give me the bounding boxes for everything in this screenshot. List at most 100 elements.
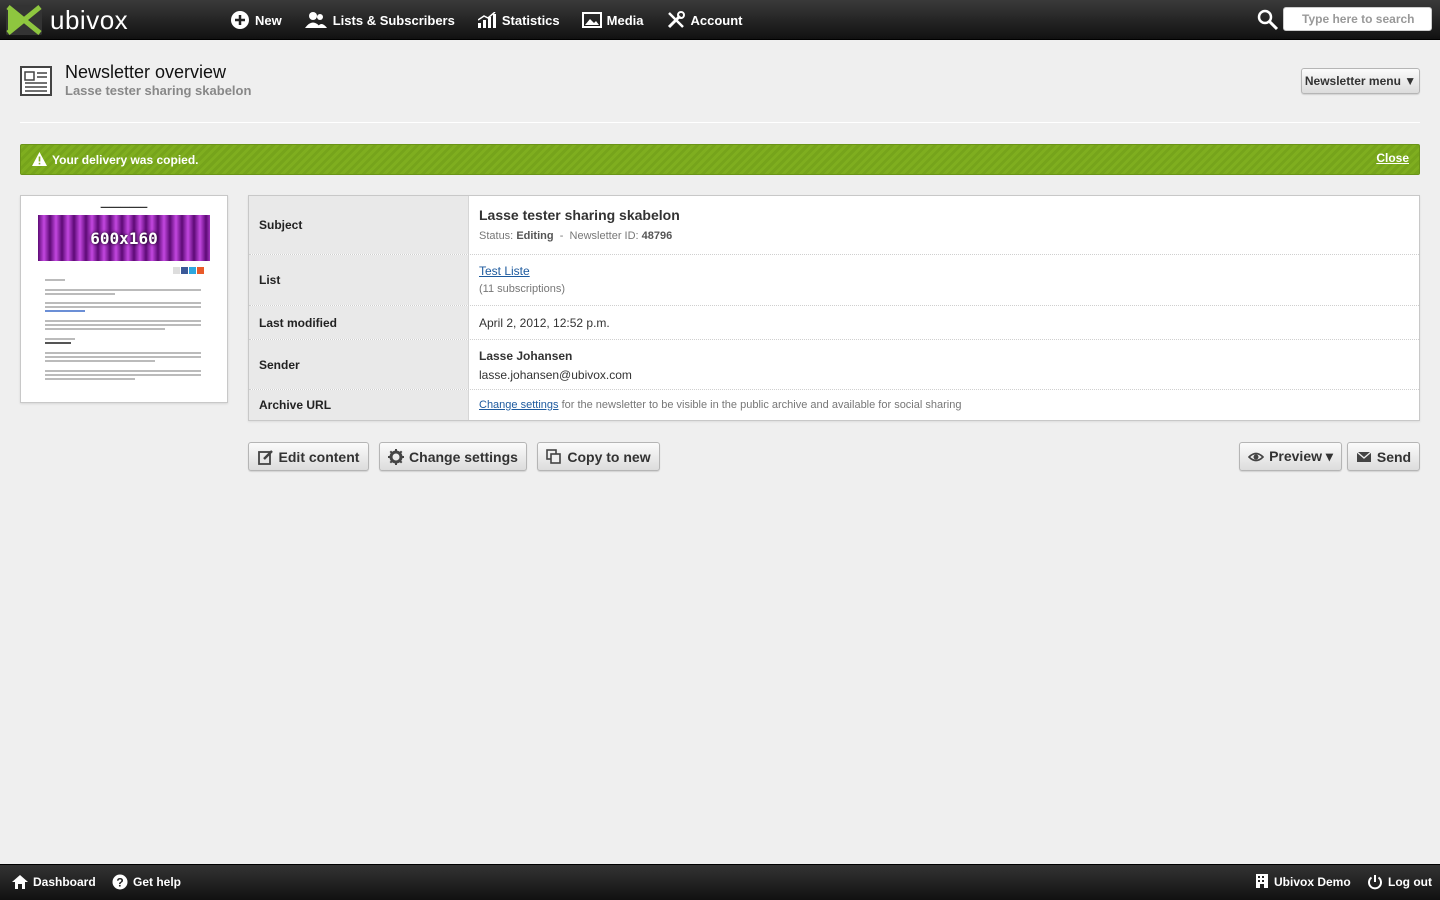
- detail-row-list: List Test Liste (11 subscriptions): [249, 255, 1419, 306]
- nav-media[interactable]: Media: [581, 10, 644, 30]
- sender-email: lasse.johansen@ubivox.com: [479, 368, 632, 382]
- thumbnail-text-line: [45, 293, 115, 295]
- subject-label: Subject: [249, 196, 469, 254]
- users-icon: [304, 10, 328, 30]
- page-subtitle: Lasse tester sharing skabelon: [65, 83, 252, 98]
- footer-help-label: Get help: [133, 875, 182, 889]
- footer-dashboard-link[interactable]: Dashboard: [12, 874, 96, 890]
- nav-account[interactable]: Account: [666, 10, 743, 30]
- copy-to-new-button[interactable]: Copy to new: [537, 442, 660, 471]
- newsletter-thumbnail[interactable]: _____________________ 600x160: [20, 195, 228, 403]
- thumbnail-text-line: [45, 338, 75, 340]
- thumbnail-top-link: _____________________: [100, 202, 148, 207]
- modified-value: April 2, 2012, 12:52 p.m.: [479, 316, 610, 330]
- thumbnail-text-line: [45, 342, 71, 344]
- detail-row-sender: Sender Lasse Johansen lasse.johansen@ubi…: [249, 340, 1419, 390]
- mail-icon: [173, 267, 180, 274]
- nav-statistics[interactable]: Statistics: [477, 10, 560, 30]
- preview-button[interactable]: Preview ▾: [1239, 442, 1342, 471]
- send-button[interactable]: Send: [1347, 442, 1420, 471]
- status-separator: -: [559, 230, 564, 242]
- svg-text:?: ?: [116, 876, 123, 890]
- thumbnail-text-line: [45, 289, 201, 291]
- thumbnail-text-line: [45, 328, 165, 330]
- list-label: List: [249, 255, 469, 305]
- status-value: Editing: [516, 230, 554, 242]
- thumbnail-text-line: [45, 378, 135, 380]
- thumbnail-banner: 600x160: [38, 215, 210, 261]
- nav-statistics-label: Statistics: [501, 12, 560, 28]
- thumbnail-text-line: [45, 352, 201, 354]
- ubivox-logo[interactable]: ubivox: [6, 4, 128, 36]
- archive-description: for the newsletter to be visible in the …: [561, 399, 962, 411]
- home-icon: [12, 874, 28, 890]
- alert-close-link[interactable]: Close: [1376, 151, 1409, 165]
- nav-lists-label: Lists & Subscribers: [332, 12, 455, 28]
- nav-new[interactable]: New: [230, 10, 282, 30]
- list-value: Test Liste (11 subscriptions): [479, 264, 565, 295]
- edit-icon: [257, 449, 274, 465]
- nav-account-label: Account: [690, 12, 743, 28]
- thumbnail-content: _____________________ 600x160: [38, 199, 210, 399]
- image-icon: [581, 10, 602, 30]
- bar-chart-icon: [477, 10, 497, 30]
- thumbnail-text-line: [45, 320, 201, 322]
- thumbnail-text-line: [45, 302, 201, 304]
- modified-label: Last modified: [249, 306, 469, 339]
- thumbnail-text-line: [45, 279, 65, 281]
- footer-account-link[interactable]: Ubivox Demo: [1256, 874, 1351, 890]
- alert-message: Your delivery was copied.: [52, 153, 199, 167]
- subject-text: Lasse tester sharing skabelon: [479, 207, 680, 223]
- nav-media-label: Media: [606, 12, 644, 28]
- plus-icon: [197, 267, 204, 274]
- warning-icon: [32, 152, 47, 167]
- status-line: Status: Editing - Newsletter ID: 48796: [479, 230, 680, 242]
- page-title: Newsletter overview: [65, 62, 227, 82]
- main-nav: New Lists & Subscribers Statistics Media…: [230, 0, 765, 40]
- sender-value: Lasse Johansen lasse.johansen@ubivox.com: [479, 349, 632, 382]
- tools-icon: [666, 10, 686, 30]
- sender-name: Lasse Johansen: [479, 349, 573, 363]
- change-settings-label: Change settings: [409, 448, 518, 465]
- footer-logout-link[interactable]: Log out: [1367, 874, 1432, 890]
- newsletter-id-prefix: Newsletter ID:: [569, 230, 639, 242]
- change-settings-button[interactable]: Change settings: [379, 442, 527, 471]
- building-icon: [1256, 874, 1269, 890]
- footer-help-link[interactable]: ? Get help: [112, 874, 181, 890]
- envelope-icon: [1356, 449, 1372, 465]
- archive-change-settings-link[interactable]: Change settings: [479, 399, 559, 411]
- newsletter-menu-button[interactable]: Newsletter menu ▼: [1301, 68, 1420, 94]
- preview-label: Preview ▾: [1269, 448, 1333, 464]
- edit-content-label: Edit content: [278, 448, 360, 465]
- thumbnail-text-line: [45, 310, 85, 312]
- search-input[interactable]: [1283, 7, 1432, 31]
- newsletter-icon: [20, 66, 52, 96]
- success-alert: Your delivery was copied. Close: [20, 144, 1420, 175]
- nav-new-label: New: [255, 12, 282, 28]
- nav-lists-subscribers[interactable]: Lists & Subscribers: [304, 10, 455, 30]
- header-divider: [20, 122, 1420, 123]
- thumbnail-text-line: [45, 324, 201, 326]
- ubivox-logo-icon: [6, 5, 42, 35]
- footer-account-name: Ubivox Demo: [1274, 875, 1351, 889]
- copy-icon: [546, 448, 562, 465]
- subject-value: Lasse tester sharing skabelon Status: Ed…: [479, 207, 680, 242]
- power-icon: [1367, 874, 1383, 890]
- send-label: Send: [1376, 448, 1412, 465]
- list-link[interactable]: Test Liste: [479, 264, 565, 278]
- twitter-icon: [189, 267, 196, 274]
- eye-icon: [1248, 449, 1265, 465]
- footer-logout-label: Log out: [1388, 875, 1432, 889]
- thumbnail-banner-text: 600x160: [90, 228, 158, 248]
- sender-label: Sender: [249, 340, 469, 389]
- thumbnail-text-line: [45, 356, 201, 358]
- thumbnail-text-line: [45, 370, 201, 372]
- list-subscriptions: (11 subscriptions): [479, 283, 565, 295]
- logo-text: ubivox: [50, 4, 129, 35]
- detail-row-subject: Subject Lasse tester sharing skabelon St…: [249, 196, 1419, 255]
- search-icon[interactable]: [1257, 9, 1279, 31]
- top-navigation-bar: ubivox New Lists & Subscribers Statistic…: [0, 0, 1440, 40]
- archive-label: Archive URL: [249, 390, 469, 420]
- detail-row-modified: Last modified April 2, 2012, 12:52 p.m.: [249, 306, 1419, 340]
- edit-content-button[interactable]: Edit content: [248, 442, 369, 471]
